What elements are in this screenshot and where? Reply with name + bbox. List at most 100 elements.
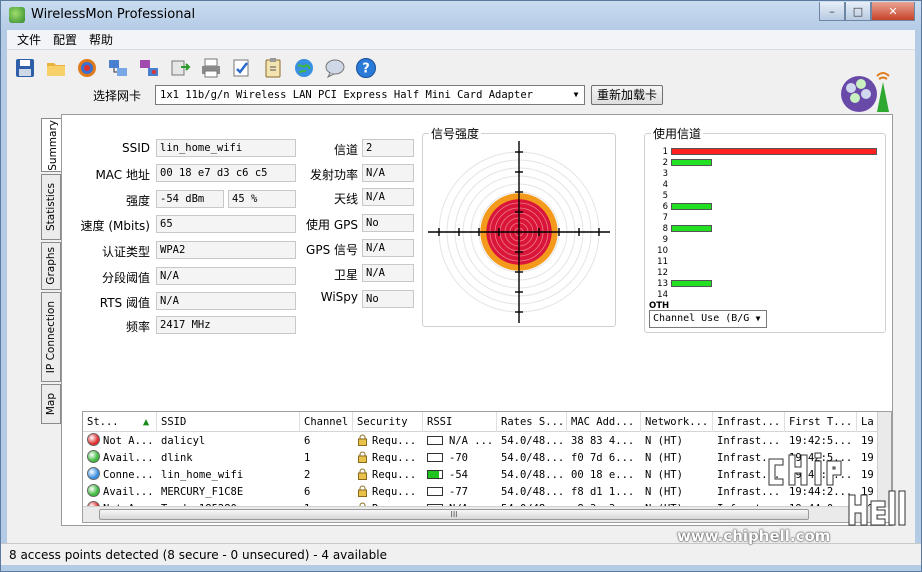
network-alt-icon[interactable] <box>135 55 163 81</box>
tab-ip-connection[interactable]: IP Connection <box>41 292 61 382</box>
cell-ssid: MERCURY_F1C8E <box>161 486 244 498</box>
chat-icon[interactable] <box>321 55 349 81</box>
cell-network: N (HT) <box>645 486 683 498</box>
auth-value: WPA2 <box>156 241 296 259</box>
channel-number: 9 <box>662 234 668 245</box>
cell-channel: 6 <box>304 435 311 447</box>
adapter-select[interactable]: 1x1 11b/g/n Wireless LAN PCI Express Hal… <box>155 85 585 105</box>
channel-row: 11 <box>649 256 671 267</box>
channel-number: 6 <box>662 201 668 212</box>
cell-infra: Infrast... <box>717 435 781 447</box>
maximize-button[interactable]: □ <box>845 2 871 21</box>
cell-mac: 00 18 e... <box>571 469 635 481</box>
help-icon[interactable]: ? <box>352 55 380 81</box>
settings-icon[interactable] <box>228 55 256 81</box>
strength-label: 强度 <box>125 194 150 208</box>
tx-power-value: N/A <box>362 164 414 182</box>
scrollbar-grip[interactable]: III <box>99 509 809 520</box>
channel-number: 7 <box>662 212 668 223</box>
column-header[interactable]: Infrast... <box>713 412 785 432</box>
tab-graphs[interactable]: Graphs <box>41 242 61 290</box>
rssi-level-bar <box>427 453 443 462</box>
close-button[interactable]: ✕ <box>871 2 915 21</box>
cell-network: N (HT) <box>645 435 683 447</box>
adapter-label: 选择网卡 <box>93 88 142 103</box>
channel-number: 8 <box>662 223 668 234</box>
column-header[interactable]: RSSI <box>423 412 497 432</box>
cell-mac: f0 7d 6... <box>571 452 635 464</box>
lock-icon <box>358 468 367 480</box>
cell-status: Conne... <box>83 467 157 484</box>
menu-config[interactable]: 配置 <box>47 31 83 48</box>
status-indicator-icon <box>87 450 100 463</box>
status-indicator-icon <box>87 484 100 497</box>
channel-mode-select[interactable]: Channel Use (B/G ▼ <box>649 310 767 328</box>
channel-row: 6 <box>649 201 713 212</box>
save-icon[interactable] <box>11 55 39 81</box>
status-indicator-icon <box>87 433 100 446</box>
channel-number: 13 <box>657 278 668 289</box>
minimize-button[interactable]: – <box>819 2 845 21</box>
channel-row: 2 <box>649 157 713 168</box>
menu-file[interactable]: 文件 <box>11 31 47 48</box>
mac-value: 00 18 e7 d3 c6 c5 <box>156 164 296 182</box>
globe-icon[interactable] <box>290 55 318 81</box>
column-header[interactable]: MAC Add... <box>567 412 641 432</box>
tab-summary[interactable]: Summary <box>41 118 63 172</box>
clipboard-icon[interactable] <box>259 55 287 81</box>
cell-rssi: -77 <box>423 484 497 501</box>
cell-channel: 6 <box>304 486 311 498</box>
window-title: WirelessMon Professional <box>31 7 196 22</box>
mac-label: MAC 地址 <box>95 168 150 182</box>
record-icon[interactable] <box>73 55 101 81</box>
reload-card-button[interactable]: 重新加载卡 <box>591 85 663 105</box>
column-header[interactable]: Network... <box>641 412 713 432</box>
channel-number: 10 <box>657 245 668 256</box>
column-header[interactable]: St... ▲ <box>83 412 157 432</box>
cell-channel: 1 <box>304 452 311 464</box>
strength-percent-value: 45 % <box>228 190 296 208</box>
title-bar[interactable]: WirelessMon Professional – □ ✕ <box>1 1 921 30</box>
signal-radar <box>428 141 610 323</box>
channel-row: 4 <box>649 179 671 190</box>
channel-row: 7 <box>649 212 671 223</box>
chevron-down-icon: ▼ <box>755 314 761 323</box>
gps-signal-value: N/A <box>362 239 414 257</box>
channel-usage-bar <box>671 225 713 232</box>
column-header[interactable]: La <box>857 412 879 432</box>
channel-usage-bar <box>671 280 713 287</box>
column-header[interactable]: First T... <box>785 412 857 432</box>
cell-network: N (HT) <box>645 452 683 464</box>
speed-value: 65 <box>156 215 296 233</box>
channel-row: 13 <box>649 278 713 289</box>
lock-icon <box>358 434 367 446</box>
watermark-text: www.chiphell.com <box>677 527 831 545</box>
column-header[interactable]: SSID <box>157 412 300 432</box>
cell-network: N (HT) <box>645 469 683 481</box>
svg-text:?: ? <box>362 62 370 77</box>
app-window: WirelessMon Professional – □ ✕ 文件 配置 帮助 … <box>0 0 922 572</box>
column-header[interactable]: Channel <box>300 412 353 432</box>
channel-number: 1 <box>662 146 668 157</box>
channel-label: 信道 <box>333 143 358 157</box>
cell-ssid: lin_home_wifi <box>161 469 244 481</box>
satellite-label: 卫星 <box>333 268 358 282</box>
wispy-value: No <box>362 290 414 308</box>
channel-row: 10 <box>649 245 671 256</box>
satellite-value: N/A <box>362 264 414 282</box>
column-header[interactable]: Security <box>353 412 423 432</box>
cell-status: Avail... <box>83 450 157 467</box>
tab-map[interactable]: Map <box>41 384 61 424</box>
frequency-label: 频率 <box>125 320 150 334</box>
print-icon[interactable] <box>197 55 225 81</box>
export-icon[interactable] <box>166 55 194 81</box>
cell-ssid: dlink <box>161 452 193 464</box>
menu-help[interactable]: 帮助 <box>83 31 119 48</box>
column-header[interactable]: Rates S... <box>497 412 567 432</box>
network-icon[interactable] <box>104 55 132 81</box>
use-gps-value: No <box>362 214 414 232</box>
open-folder-icon[interactable] <box>42 55 70 81</box>
table-row[interactable]: Not A... dalicyl 6 Requ... N/A ... 54.0/48...… <box>83 433 879 450</box>
antenna-value: N/A <box>362 188 414 206</box>
tab-statistics[interactable]: Statistics <box>41 174 61 240</box>
